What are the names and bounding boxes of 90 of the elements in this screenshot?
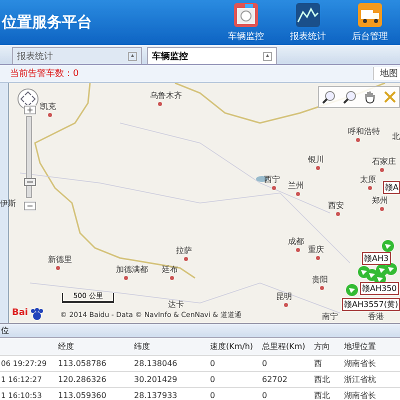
city-dot xyxy=(316,166,320,170)
vehicle-marker-icon[interactable] xyxy=(385,263,397,275)
zoom-out-icon[interactable] xyxy=(342,90,357,104)
city-label: 石家庄 xyxy=(372,156,396,167)
vehicle-label[interactable]: 赣AH3 xyxy=(362,252,391,265)
tab[interactable]: 报表统计 xyxy=(12,47,142,64)
table-cell-text: 0 xyxy=(261,391,268,400)
table-cell-text: 28.137933 xyxy=(133,391,178,400)
map-logo: Bai xyxy=(12,308,28,318)
city-dot xyxy=(284,303,288,307)
city-label: 呼和浩特 xyxy=(348,126,380,137)
column-header: 经度 xyxy=(57,341,75,352)
city-dot xyxy=(380,168,384,172)
city-dot xyxy=(56,266,60,270)
column-header: 地理位置 xyxy=(343,341,377,352)
truck-icon xyxy=(357,2,383,28)
city-label: 新德里 xyxy=(48,254,72,265)
city-dot xyxy=(320,286,324,290)
city-label: 银川 xyxy=(308,154,324,165)
monitor-icon xyxy=(233,2,259,28)
table-cell-text: 西北 xyxy=(313,374,331,385)
vehicle-label[interactable]: 赣AH350 xyxy=(360,282,399,295)
paw-icon xyxy=(30,308,44,320)
table-cell-text: 浙江省杭 xyxy=(343,374,377,385)
chart-icon xyxy=(295,2,321,28)
app-title: 位置服务平台 xyxy=(0,13,92,32)
city-label: 成都 xyxy=(288,236,304,247)
alarm-count-text: 当前告警车数：0 xyxy=(10,68,79,80)
table-cell-text: 113.058786 xyxy=(57,359,108,368)
city-dot xyxy=(296,248,300,252)
vehicle-label[interactable]: 赣A xyxy=(383,181,400,194)
city-dot xyxy=(272,186,276,190)
vehicle-marker-icon[interactable] xyxy=(346,284,358,296)
city-label: 廷布 xyxy=(162,264,178,275)
city-label: 重庆 xyxy=(308,244,324,255)
city-dot xyxy=(336,212,340,216)
slider-handle-icon[interactable] xyxy=(24,178,36,186)
city-dot xyxy=(184,257,188,261)
city-label: 加德满都 xyxy=(116,264,148,275)
city-label: 昆明 xyxy=(276,291,292,302)
city-label: 香港 xyxy=(368,311,384,322)
city-label: 西宁 xyxy=(264,174,280,185)
vehicle-label[interactable]: 赣AH3557(黄) xyxy=(342,298,400,311)
city-label: 乌鲁木齐 xyxy=(150,90,182,101)
table-cell-text: 62702 xyxy=(261,375,288,384)
tab[interactable]: 车辆监控 xyxy=(147,47,277,64)
city-dot xyxy=(368,186,372,190)
zoom-in-icon[interactable] xyxy=(322,90,336,104)
hand-icon[interactable] xyxy=(363,90,378,104)
table-cell-text: 西 xyxy=(313,358,323,369)
city-dot xyxy=(316,256,320,260)
city-label: 兰州 xyxy=(288,180,304,191)
city-dot xyxy=(158,102,162,106)
table-cell-text: 0 xyxy=(261,359,268,368)
table-cell-text: 120.286326 xyxy=(57,375,108,384)
city-label: 贵阳 xyxy=(312,274,328,285)
column-header: 纬度 xyxy=(133,341,151,352)
panel-tab[interactable]: 位 xyxy=(1,326,9,335)
table-cell-text: 0 xyxy=(209,375,216,384)
table-cell-text: 0 xyxy=(209,359,216,368)
table-cell-text: 西北 xyxy=(313,390,331,400)
city-dot xyxy=(296,192,300,196)
city-label: 伊斯 xyxy=(0,198,16,209)
column-header: 总里程(Km) xyxy=(261,341,306,352)
city-label: 北 xyxy=(392,131,400,142)
city-label: 南宁 xyxy=(322,311,338,322)
nav-button[interactable]: 报表统计 xyxy=(284,2,332,43)
table-cell-text: 湖南省长 xyxy=(343,390,377,400)
column-header: 速度(Km/h) xyxy=(209,341,254,352)
city-label: 太原 xyxy=(360,174,376,185)
vehicle-marker-icon[interactable] xyxy=(382,240,394,252)
city-label: 郑州 xyxy=(372,195,388,206)
city-dot xyxy=(170,276,174,280)
nav-button[interactable]: 后台管理 xyxy=(346,2,394,43)
city-dot xyxy=(48,113,52,117)
column-header: 方向 xyxy=(313,341,331,352)
city-label: 西安 xyxy=(328,200,344,211)
city-label: 达卡 xyxy=(168,299,184,310)
table-cell-text: 28.138046 xyxy=(133,359,178,368)
table-cell-text: 0 xyxy=(209,391,216,400)
map-button[interactable]: 地图 xyxy=(373,67,400,80)
city-label: 凯克 xyxy=(40,101,56,112)
city-label: 拉萨 xyxy=(176,245,192,256)
nav-button[interactable]: 车辆监控 xyxy=(222,2,270,43)
table-cell-text: 湖南省长 xyxy=(343,358,377,369)
city-dot xyxy=(124,276,128,280)
city-dot xyxy=(356,138,360,142)
table-cell-text: 30.201429 xyxy=(133,375,178,384)
city-dot xyxy=(380,207,384,211)
table-cell-text: 113.059360 xyxy=(57,391,108,400)
